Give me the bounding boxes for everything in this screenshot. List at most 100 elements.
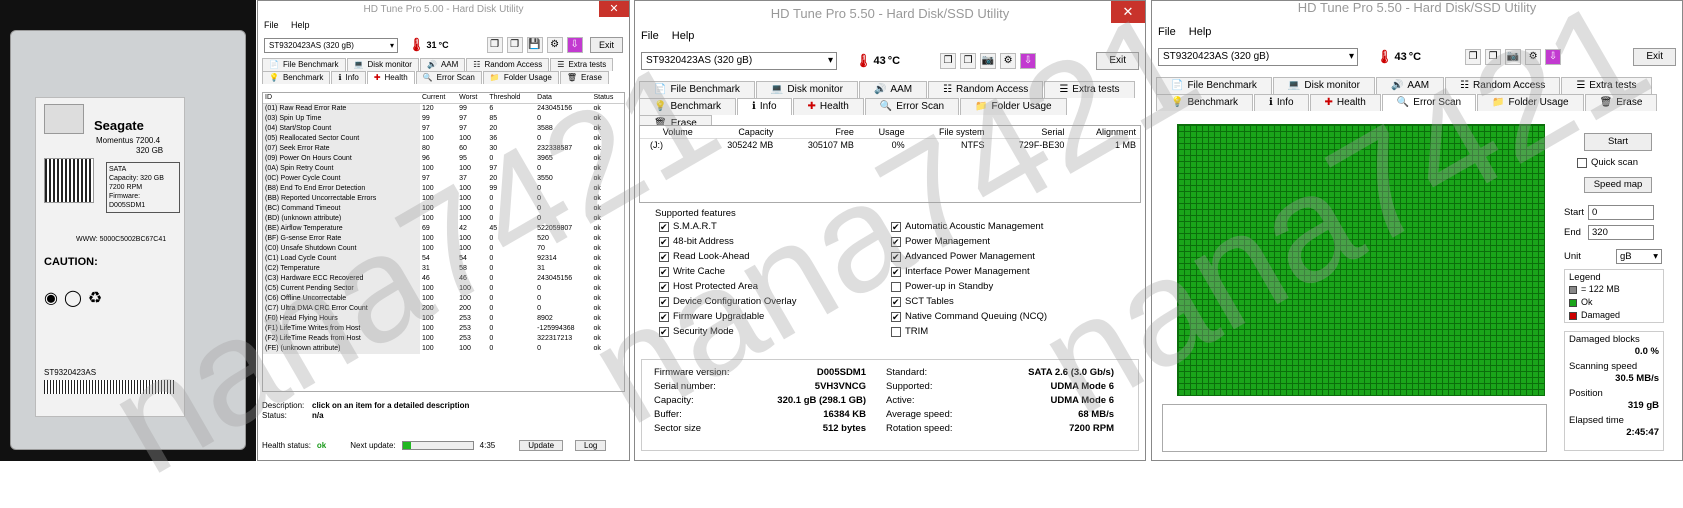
copy-all-icon[interactable]: ❐ [960,53,977,69]
options-icon[interactable]: ⚙ [1000,53,1017,69]
table-row[interactable]: (BD) (unknown attribute) 100 100 0 0 ok [263,214,624,224]
unit-select[interactable]: gB [1616,249,1662,264]
log-button[interactable]: Log [575,439,607,451]
column-header[interactable]: Free [777,126,858,139]
download-icon[interactable]: ⇩ [1545,49,1562,65]
column-header[interactable]: ID [263,93,420,104]
table-row[interactable]: (0C) Power Cycle Count 97 37 20 3550 ok [263,174,624,184]
checkbox-icon[interactable] [1577,157,1587,168]
copy-all-icon[interactable]: ❐ [506,37,523,53]
tab-info[interactable]: ℹ Info [331,71,366,84]
column-header[interactable]: Data [535,93,592,104]
exit-button[interactable]: Exit [1633,48,1676,66]
tab-erase[interactable]: 🗑 Erase [1584,94,1658,111]
table-row[interactable]: (BB) Reported Uncorrectable Errors 100 100… [263,194,624,204]
tab-folder-usage[interactable]: 📁 Folder Usage [1477,94,1584,111]
menu-help[interactable]: Help [291,20,310,30]
tab-benchmark[interactable]: 💡 Benchmark [639,98,737,115]
column-header[interactable]: Serial [988,126,1069,139]
tab-aam[interactable]: 🔊 AAM [1375,77,1445,94]
table-row[interactable]: (C1) Load Cycle Count 54 54 0 92314 ok [263,254,624,264]
tab-disk-monitor[interactable]: 💻 Disk monitor [346,58,419,71]
tab-folder-usage[interactable]: 📁 Folder Usage [960,98,1067,115]
end-input[interactable]: 320 [1588,225,1654,240]
table-row[interactable]: (07) Seek Error Rate 80 60 30 232338587 ok [263,144,624,154]
tab-error-scan[interactable]: 🔍 Error Scan [1381,94,1477,111]
table-row[interactable]: (01) Raw Read Error Rate 120 99 6 243045156 o… [263,103,624,114]
drive-select[interactable]: ST9320423AS (320 gB) [641,52,837,70]
drive-select[interactable]: ST9320423AS (320 gB) [1158,48,1358,66]
tab-file-benchmark[interactable]: 📄 File Benchmark [639,81,755,98]
tab-erase[interactable]: 🗑 Erase [559,71,609,84]
drive-select[interactable]: ST9320423AS (320 gB) [264,37,398,53]
tab-error-scan[interactable]: 🔍 Error Scan [864,98,960,115]
column-header[interactable]: Status [591,93,624,104]
menu-file[interactable]: File [264,20,279,30]
tab-info[interactable]: ℹ Info [737,98,792,115]
tab-aam[interactable]: 🔊 AAM [858,81,928,98]
copy-icon[interactable]: ❐ [486,37,503,53]
table-row[interactable]: (C0) Unsafe Shutdown Count 100 100 0 70 ok [263,244,624,254]
table-row[interactable]: (BF) G-sense Error Rate 100 100 0 520 ok [263,234,624,244]
table-row[interactable]: (03) Spin Up Time 99 97 85 0 ok [263,114,624,124]
table-row[interactable]: (0A) Spin Retry Count 100 100 97 0 ok [263,164,624,174]
table-row[interactable]: (BC) Command Timeout 100 100 0 0 ok [263,204,624,214]
tab-health[interactable]: ✚ Health [1309,94,1381,111]
table-row[interactable]: (C5) Current Pending Sector 100 100 0 0 ok [263,284,624,294]
exit-button[interactable]: Exit [589,37,623,53]
options-icon[interactable]: ⚙ [1525,49,1542,65]
table-row[interactable]: (BE) Airflow Temperature 69 42 45 522059807 o… [263,224,624,234]
column-header[interactable]: Volume [640,126,697,139]
tab-disk-monitor[interactable]: 💻 Disk monitor [755,81,858,98]
column-header[interactable]: File system [908,126,989,139]
tab-random-access[interactable]: ☷ Random Access [928,81,1044,98]
column-header[interactable]: Worst [457,93,488,104]
table-row[interactable]: (C3) Hardware ECC Recovered 46 46 0 24304515… [263,274,624,284]
table-row[interactable]: (09) Power On Hours Count 96 95 0 3965 ok [263,154,624,164]
options-icon[interactable]: ⚙ [546,37,563,53]
start-button[interactable]: Start [1584,133,1652,151]
tab-file-benchmark[interactable]: 📄 File Benchmark [262,58,346,71]
tab-random-access[interactable]: ☷ Random Access [1445,77,1561,94]
menu-file[interactable]: File [1158,26,1176,38]
start-input[interactable]: 0 [1588,205,1654,220]
tab-error-scan[interactable]: 🔍 Error Scan [415,71,482,84]
table-row[interactable]: (F1) LifeTime Writes from Host 100 253 0 -12… [263,324,624,334]
table-row[interactable]: (C6) Offline Uncorrectable 100 100 0 0 ok [263,294,624,304]
tab-benchmark[interactable]: 💡 Benchmark [1156,94,1254,111]
tab-file-benchmark[interactable]: 📄 File Benchmark [1156,77,1272,94]
table-row[interactable]: (C2) Temperature 31 58 0 31 ok [263,264,624,274]
table-row[interactable]: (J:) 305242 MB 305107 MB 0% NTFS 729F-BE30 1 M… [640,139,1140,152]
tab-aam[interactable]: 🔊 AAM [419,58,466,71]
update-button[interactable]: Update [519,439,564,451]
close-button[interactable]: ✕ [599,1,629,17]
table-row[interactable]: (B8) End To End Error Detection 100 100 99 0… [263,184,624,194]
tab-health[interactable]: ✚ Health [366,71,415,84]
tab-extra-tests[interactable]: ☰ Extra tests [1044,81,1135,98]
tab-info[interactable]: ℹ Info [1254,94,1309,111]
column-header[interactable]: Current [419,93,458,104]
table-row[interactable]: (F0) Head Flying Hours 100 253 0 8902 ok [263,314,624,324]
download-icon[interactable]: ⇩ [566,37,583,53]
menu-help[interactable]: Help [1189,26,1212,38]
copy-icon[interactable]: ❐ [940,53,957,69]
column-header[interactable]: Alignment [1068,126,1140,139]
copy-icon[interactable]: ❐ [1465,49,1482,65]
tab-benchmark[interactable]: 💡 Benchmark [262,71,331,84]
screenshot-icon[interactable]: 📷 [980,53,997,69]
menu-help[interactable]: Help [672,30,695,42]
table-row[interactable]: (C7) Ultra DMA CRC Error Count 200 200 0 0 ok [263,304,624,314]
menu-file[interactable]: File [641,30,659,42]
table-row[interactable]: (04) Start/Stop Count 97 97 20 3588 ok [263,124,624,134]
close-button[interactable]: ✕ [1111,1,1145,23]
screenshot-icon[interactable]: 📷 [1505,49,1522,65]
speed-map-button[interactable]: Speed map [1584,177,1652,193]
quick-scan-checkbox[interactable]: Quick scan [1577,157,1638,168]
save-icon[interactable]: 💾 [526,37,543,53]
tab-extra-tests[interactable]: ☰ Extra tests [1561,77,1652,94]
column-header[interactable]: Usage [857,126,909,139]
tab-disk-monitor[interactable]: 💻 Disk monitor [1272,77,1375,94]
column-header[interactable]: Capacity [696,126,778,139]
tab-extra-tests[interactable]: ☰ Extra tests [550,58,614,71]
copy-all-icon[interactable]: ❐ [1485,49,1502,65]
